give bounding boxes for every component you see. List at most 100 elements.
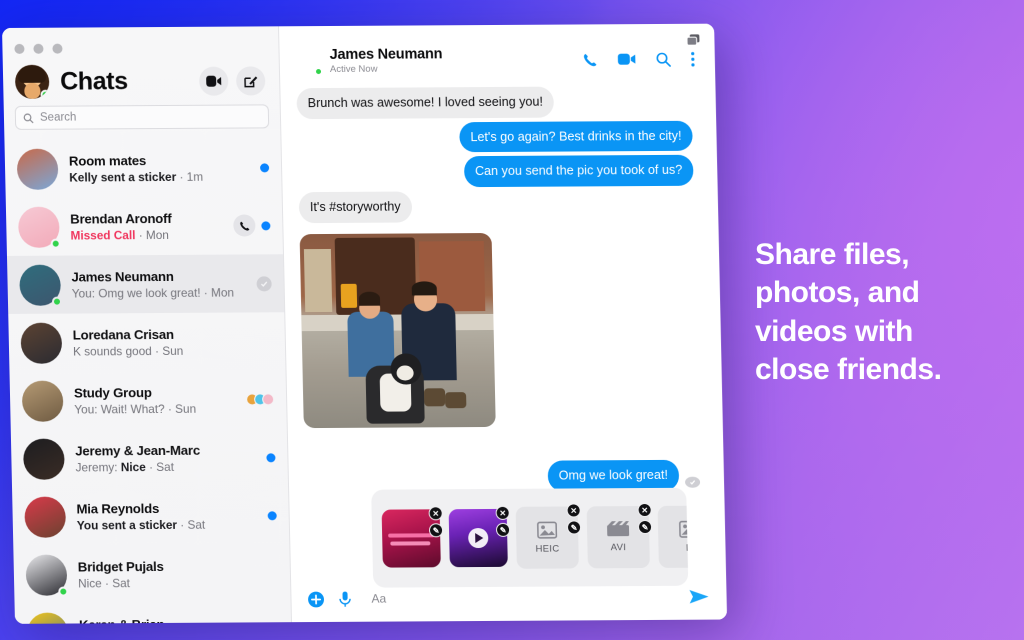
attachment-item[interactable]: ✕ ✎ xyxy=(448,505,511,568)
avatar xyxy=(22,438,65,480)
send-button[interactable] xyxy=(688,588,710,606)
window-maximize-button[interactable] xyxy=(52,43,63,54)
message-seen-icon xyxy=(684,476,701,488)
chat-item-preview: Nice · Sat xyxy=(77,575,131,590)
chat-item-text: James Neumann You: Omg we look great! · M… xyxy=(71,268,251,300)
attachment-tray: ✕ ✎ ✕ ✎ HEIC ✕ ✎ AVI ✕ ✎ D xyxy=(371,487,689,588)
avatar xyxy=(19,264,63,307)
chat-list-item[interactable]: Brendan Aronoff Missed Call · Mon xyxy=(6,196,283,256)
chat-list-item[interactable]: Karan & BrianKaran: Wanna get food? · Sa… xyxy=(15,602,292,624)
chat-item-preview: Jeremy: Nice · Sat xyxy=(75,459,175,475)
chat-list-item[interactable]: Room mates Kelly sent a sticker · 1m xyxy=(4,138,281,198)
chat-list-item[interactable]: Mia Reynolds You sent a sticker · Sat xyxy=(12,486,289,546)
attachment-item[interactable]: HEIC ✕ ✎ xyxy=(515,503,582,569)
avatar xyxy=(16,148,59,190)
kebab-menu-icon xyxy=(691,51,695,66)
promo-line-3: videos with xyxy=(755,314,913,348)
chat-list-item[interactable]: Jeremy & Jean-Marc Jeremy: Nice · Sat xyxy=(11,428,288,488)
promo-headline: Share files, photos, and videos with clo… xyxy=(755,236,1015,390)
chat-item-text: Jeremy & Jean-Marc Jeremy: Nice · Sat xyxy=(75,442,261,474)
page-title: Chats xyxy=(59,66,128,96)
message-photo[interactable] xyxy=(299,232,496,429)
message-bubble[interactable]: It's #storyworthy xyxy=(298,191,412,224)
attachment-file-type: HEIC xyxy=(535,543,560,555)
composer-bar: Aa xyxy=(301,582,713,615)
conversation-header: James Neumann Active Now xyxy=(279,24,715,83)
avatar[interactable] xyxy=(14,64,50,99)
contact-status: Active Now xyxy=(329,63,378,75)
edit-attachment-button[interactable]: ✎ xyxy=(566,520,582,535)
chat-item-name: James Neumann xyxy=(71,268,174,285)
message-bubble[interactable]: Can you send the pic you took of us? xyxy=(463,155,694,188)
audio-call-button[interactable] xyxy=(583,52,598,67)
chat-list-item[interactable]: Study Group You: Wait! What? · Sun xyxy=(10,370,287,430)
avatar xyxy=(21,380,64,422)
online-status-dot xyxy=(58,586,69,597)
remove-attachment-button[interactable]: ✕ xyxy=(566,503,581,518)
edit-attachment-button[interactable]: ✎ xyxy=(495,522,511,537)
promo-line-4: close friends. xyxy=(755,353,942,387)
chat-item-text: Room mates Kelly sent a sticker · 1m xyxy=(69,152,255,184)
remove-attachment-button[interactable]: ✕ xyxy=(495,505,510,520)
conversation-menu-button[interactable] xyxy=(691,51,695,66)
windows-stack-icon xyxy=(686,34,700,46)
remove-attachment-button[interactable]: ✕ xyxy=(637,502,652,518)
chat-list-item[interactable]: Bridget Pujals Nice · Sat xyxy=(13,544,290,604)
search-icon xyxy=(656,52,671,67)
search-icon xyxy=(23,113,34,123)
message-bubble[interactable]: Brunch was awesome! I loved seeing you! xyxy=(296,86,555,119)
add-attachment-button[interactable] xyxy=(307,590,324,607)
chat-list: Room mates Kelly sent a sticker · 1m Brend… xyxy=(4,138,291,624)
attachment-item[interactable]: D xyxy=(657,505,689,568)
window-minimize-button[interactable] xyxy=(33,43,44,54)
chat-item-name: Study Group xyxy=(73,384,152,401)
edit-attachment-button[interactable]: ✎ xyxy=(637,519,653,535)
avatar xyxy=(20,322,63,364)
chat-item-name: Loredana Crisan xyxy=(72,326,174,343)
unread-badge xyxy=(266,452,276,462)
new-message-button[interactable] xyxy=(235,65,266,96)
message-bubble[interactable]: Let's go again? Best drinks in the city! xyxy=(459,120,693,153)
window-traffic-lights[interactable] xyxy=(14,43,63,54)
seen-check-icon xyxy=(256,275,272,291)
unread-badge xyxy=(261,220,271,230)
window-stack-button[interactable] xyxy=(686,34,700,53)
chat-list-item[interactable]: Loredana Crisan K sounds good · Sun xyxy=(8,312,285,372)
chat-item-text: Loredana Crisan K sounds good · Sun xyxy=(73,326,274,358)
video-call-button[interactable] xyxy=(617,53,636,65)
sidebar-header: Chats xyxy=(2,26,280,100)
attachment-file[interactable]: D xyxy=(657,505,689,568)
chat-item-preview: K sounds good · Sun xyxy=(72,343,184,359)
message-row: Can you send the pic you took of us? xyxy=(298,155,694,188)
attachment-item[interactable]: ✕ ✎ xyxy=(381,506,444,568)
image-file-icon xyxy=(678,520,689,538)
chat-item-preview: You: Omg we look great! · Mon xyxy=(71,285,235,301)
remove-attachment-button[interactable]: ✕ xyxy=(428,506,443,521)
avatar xyxy=(262,393,275,406)
search-conversation-button[interactable] xyxy=(656,51,671,67)
avatar[interactable] xyxy=(295,48,323,75)
message-bubble[interactable]: Omg we look great! xyxy=(547,459,680,492)
window-close-button[interactable] xyxy=(14,43,25,54)
chat-item-name: Mia Reynolds xyxy=(76,500,160,516)
avatar xyxy=(25,554,69,597)
chat-item-text: Mia Reynolds You sent a sticker · Sat xyxy=(76,500,262,531)
unread-badge xyxy=(260,162,270,172)
online-status-dot xyxy=(51,296,63,307)
phone-icon xyxy=(239,221,249,231)
online-status-dot xyxy=(50,238,61,249)
new-video-call-button[interactable] xyxy=(198,66,229,96)
messenger-window: Chats Search Room mates Kelly sent a sti… xyxy=(2,23,728,624)
edit-attachment-button[interactable]: ✎ xyxy=(428,523,444,538)
contact-name: James Neumann xyxy=(329,46,443,63)
message-row: Brunch was awesome! I loved seeing you! xyxy=(296,86,692,119)
callback-button[interactable] xyxy=(233,214,256,237)
play-icon xyxy=(468,527,489,549)
chat-item-preview: Kelly sent a sticker · 1m xyxy=(69,169,204,185)
message-input-placeholder[interactable]: Aa xyxy=(371,592,386,606)
attachment-item[interactable]: AVI ✕ ✎ xyxy=(586,502,653,569)
voice-message-button[interactable] xyxy=(338,590,351,607)
chat-list-item[interactable]: James Neumann You: Omg we look great! · M… xyxy=(6,254,285,314)
promo-line-1: Share files, xyxy=(755,238,910,271)
search-input[interactable]: Search xyxy=(14,104,270,130)
